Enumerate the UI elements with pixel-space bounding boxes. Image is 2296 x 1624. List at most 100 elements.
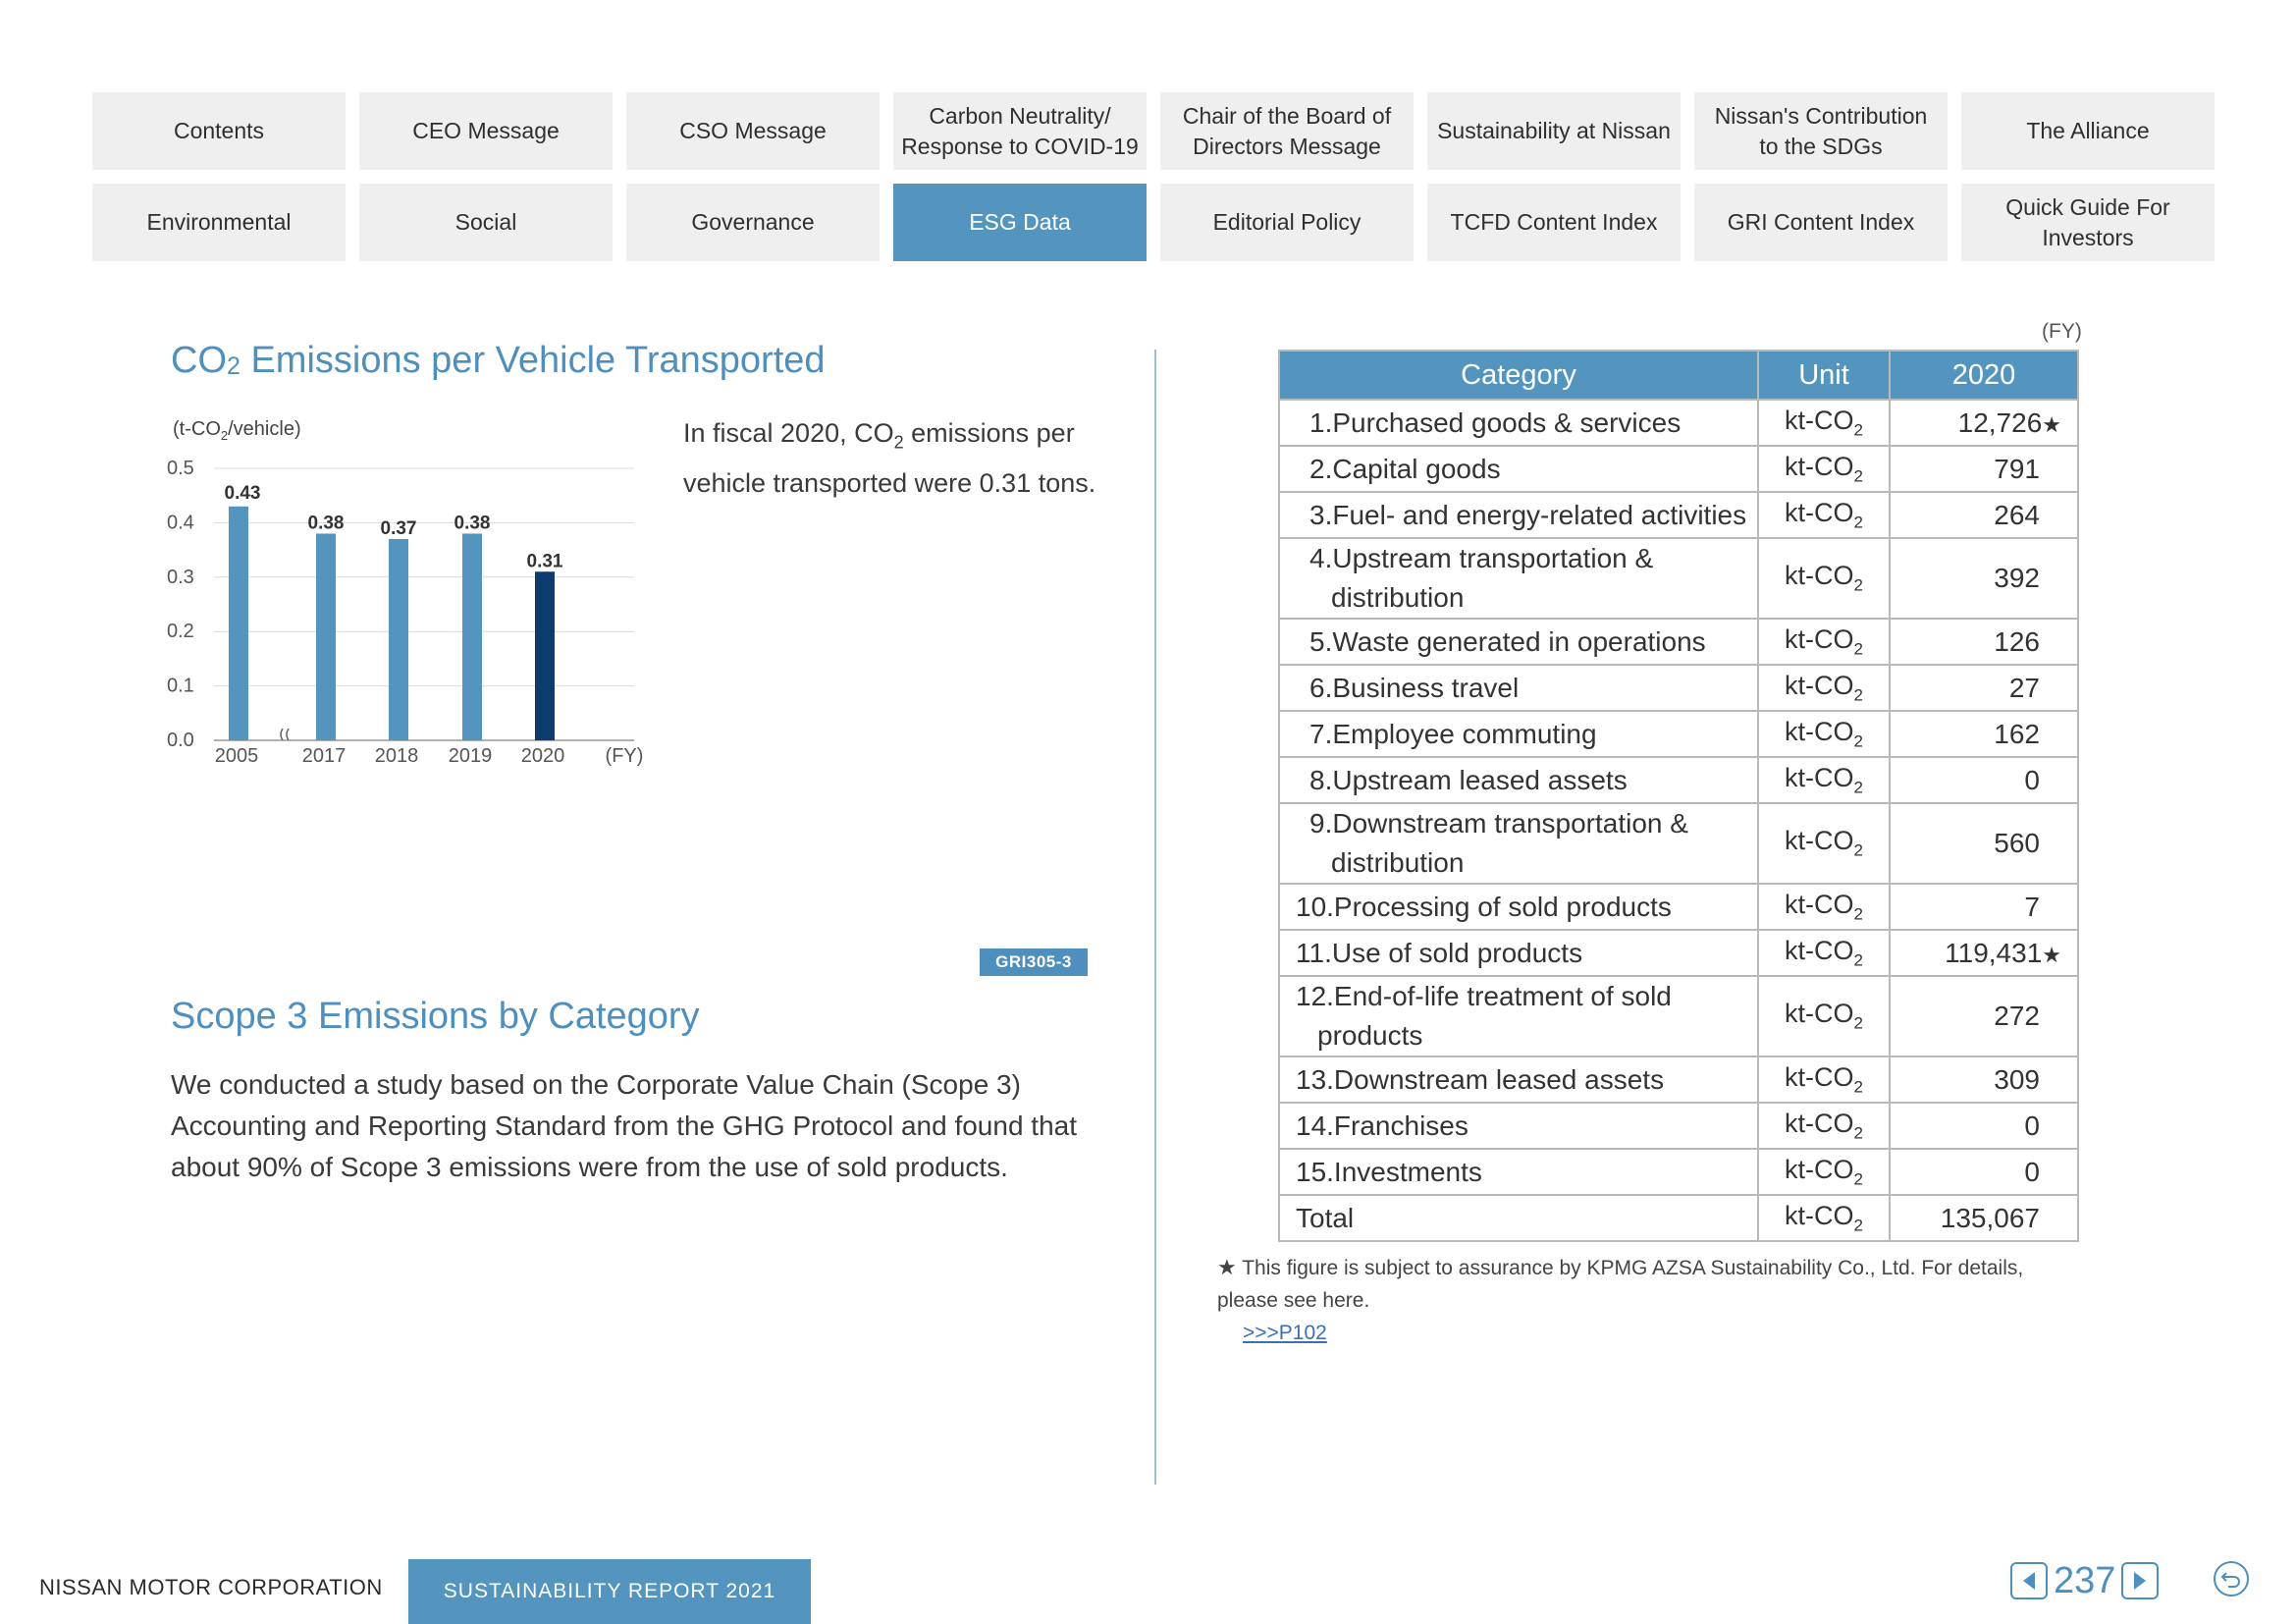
category-cell: 6.Business travel <box>1278 664 1759 712</box>
table-fy-label: (FY) <box>2042 320 2082 343</box>
category-cell: 3.Fuel- and energy-related activities <box>1278 491 1759 539</box>
unit-text: kt-CO <box>1785 716 1854 746</box>
section-navigation: Contents CEO Message CSO Message Carbon Neu… <box>92 92 2215 261</box>
category-label: 10.Processing of sold products <box>1296 891 1672 922</box>
nav-tab-chair-of-the-board-of-directors-message[interactable]: Chair of the Board of Directors Message <box>1160 92 1414 170</box>
nav-tab-contents[interactable]: Contents <box>92 92 346 170</box>
value-cell: 27 <box>1889 664 2079 712</box>
y-tick-label: 0.5 <box>167 458 194 479</box>
nav-tab-editorial-policy[interactable]: Editorial Policy <box>1160 184 1414 261</box>
table-row: 2.Capital goods kt-CO2 791 <box>1278 445 2079 493</box>
category-label: 6.Business travel <box>1309 672 1520 703</box>
y-tick-label: 0.1 <box>167 676 194 697</box>
value-text: 560 <box>1994 828 2040 858</box>
category-cell: 11.Use of sold products <box>1278 929 1759 977</box>
table-header-row: Category Unit 2020 <box>1278 350 2079 401</box>
unit-cell: kt-CO2 <box>1757 618 1891 666</box>
table-row: 3.Fuel- and energy-related activities kt-… <box>1278 491 2079 539</box>
back-button[interactable] <box>2214 1561 2249 1597</box>
co2-intro-text: In fiscal 2020, CO2 emissions per vehicl… <box>683 418 1096 499</box>
nav-tab-quick-guide-for-investors[interactable]: Quick Guide For Investors <box>1961 184 2215 261</box>
return-arrow-icon <box>2220 1572 2240 1588</box>
unit-subscript: 2 <box>1853 840 1863 860</box>
category-label-continued: products <box>1317 1020 1423 1051</box>
unit-cell: kt-CO2 <box>1757 1056 1891 1104</box>
footnote-text: This figure is subject to assurance by K… <box>1217 1257 2024 1312</box>
value-cell: 264 <box>1889 491 2079 539</box>
category-label: 15.Investments <box>1296 1156 1482 1187</box>
nav-tab-nissan-s-contribution-to-the-sdgs[interactable]: Nissan's Contribution to the SDGs <box>1694 92 1948 170</box>
table-row: 13.Downstream leased assets kt-CO2 309 <box>1278 1056 2079 1104</box>
data-label: 0.38 <box>308 513 345 533</box>
bar-2018 <box>389 539 408 740</box>
nav-tab-social[interactable]: Social <box>359 184 613 261</box>
unit-text: kt-CO <box>1785 889 1854 919</box>
unit-text: kt-CO <box>1785 561 1854 591</box>
table-row: 1.Purchased goods & services kt-CO2 12,726… <box>1278 399 2079 447</box>
scope3-emissions-table: Category Unit 2020 1.Purchased goods & s… <box>1278 350 2079 1242</box>
value-text: 126 <box>1994 625 2040 657</box>
table-row: 8.Upstream leased assets kt-CO2 0 <box>1278 756 2079 804</box>
unit-cell: kt-CO2 <box>1757 491 1891 539</box>
nav-tab-gri-content-index[interactable]: GRI Content Index <box>1694 184 1948 261</box>
footer-report-title[interactable]: SUSTAINABILITY REPORT 2021 <box>408 1559 811 1624</box>
unit-text: kt-CO <box>1785 405 1854 435</box>
data-label: 0.37 <box>381 518 417 539</box>
x-tick-label: 2017 <box>302 745 347 767</box>
category-cell: 13.Downstream leased assets <box>1278 1056 1759 1104</box>
value-text: 392 <box>1994 563 2040 593</box>
unit-subscript: 2 <box>1853 950 1863 970</box>
unit-cell: kt-CO2 <box>1757 1194 1891 1242</box>
page-link-p102[interactable]: >>>P102 <box>1243 1322 1327 1344</box>
value-cell: 162 <box>1889 710 2079 758</box>
header-year: 2020 <box>1889 350 2079 401</box>
next-page-button[interactable] <box>2121 1562 2160 1599</box>
bar-2020 <box>535 571 555 740</box>
category-cell: 15.Investments <box>1278 1148 1759 1196</box>
nav-tab-cso-message[interactable]: CSO Message <box>626 92 880 170</box>
nav-tab-tcfd-content-index[interactable]: TCFD Content Index <box>1427 184 1681 261</box>
header-category: Category <box>1278 350 1759 401</box>
co2-section-title: CO2 Emissions per Vehicle Transported <box>171 340 826 381</box>
value-cell: 7 <box>1889 883 2079 931</box>
value-text: 0 <box>2024 764 2040 795</box>
category-label-continued: distribution <box>1331 847 1465 878</box>
nav-tab-the-alliance[interactable]: The Alliance <box>1961 92 2215 170</box>
value-cell: 0 <box>1889 1102 2079 1150</box>
page-navigator: 237 <box>2010 1559 2160 1602</box>
unit-subscript: 2 <box>1853 1216 1863 1235</box>
category-cell: 14.Franchises <box>1278 1102 1759 1150</box>
value-text: 12,726 <box>1957 406 2043 438</box>
unit-cell: kt-CO2 <box>1757 802 1891 885</box>
unit-subscript: 2 <box>1853 575 1863 595</box>
data-label: 0.38 <box>454 513 491 533</box>
category-label: 12.End-of-life treatment of sold <box>1296 981 1672 1011</box>
category-label: 8.Upstream leased assets <box>1309 764 1628 795</box>
category-cell: 7.Employee commuting <box>1278 710 1759 758</box>
category-label: Total <box>1296 1202 1355 1233</box>
nav-tab-carbon-neutrality-response-to-covid-19[interactable]: Carbon Neutrality/ Response to COVID-19 <box>893 92 1147 170</box>
header-unit: Unit <box>1757 350 1891 401</box>
category-cell: 8.Upstream leased assets <box>1278 756 1759 804</box>
nav-tab-environmental[interactable]: Environmental <box>92 184 346 261</box>
table-row: 6.Business travel kt-CO2 27 <box>1278 664 2079 712</box>
value-text: 119,431 <box>1945 937 2043 968</box>
assurance-footnote: ★ This figure is subject to assurance by… <box>1217 1251 2081 1349</box>
nav-tab-governance[interactable]: Governance <box>626 184 880 261</box>
category-cell: 4.Upstream transportation & distribution <box>1278 537 1759 620</box>
value-text: 135,067 <box>1940 1202 2040 1233</box>
category-label: 2.Capital goods <box>1309 453 1501 484</box>
previous-page-button[interactable] <box>2010 1562 2048 1599</box>
table-row: 12.End-of-life treatment of sold products… <box>1278 975 2079 1057</box>
nav-tab-esg-data[interactable]: ESG Data <box>893 184 1147 261</box>
value-cell: 791 <box>1889 445 2079 493</box>
unit-text: kt-CO <box>1785 762 1854 792</box>
star-icon: ★ <box>1217 1255 1237 1279</box>
value-text: 309 <box>1994 1063 2040 1095</box>
nav-tab-ceo-message[interactable]: CEO Message <box>359 92 613 170</box>
category-cell: 5.Waste generated in operations <box>1278 618 1759 666</box>
unit-cell: kt-CO2 <box>1757 1148 1891 1196</box>
nav-tab-sustainability-at-nissan[interactable]: Sustainability at Nissan <box>1427 92 1681 170</box>
triangle-left-icon <box>2023 1572 2035 1590</box>
assurance-star-icon: ★ <box>2042 942 2061 967</box>
